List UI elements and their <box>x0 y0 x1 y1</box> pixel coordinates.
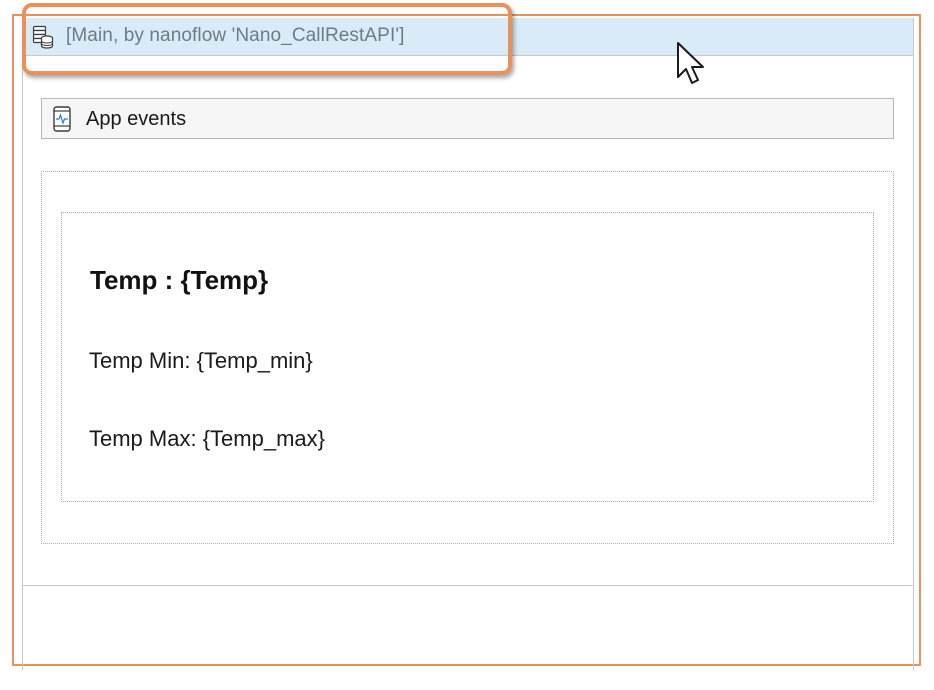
temp-max-text: Temp Max: {Temp_max} <box>89 426 325 451</box>
data-view-title: [Main, by nanoflow 'Nano_CallRestAPI'] <box>66 25 405 46</box>
mouse-cursor-icon <box>677 42 704 84</box>
app-events-label: App events <box>86 108 187 130</box>
data-view-header[interactable]: [Main, by nanoflow 'Nano_CallRestAPI'] <box>23 18 913 56</box>
mobile-phone-icon <box>53 106 71 132</box>
data-view-footer-divider <box>22 585 914 586</box>
temp-heading: Temp : {Temp} <box>90 265 269 295</box>
app-events-widget[interactable]: App events <box>41 98 894 139</box>
temp-min-text: Temp Min: {Temp_min} <box>89 348 313 373</box>
database-icon <box>32 25 54 49</box>
